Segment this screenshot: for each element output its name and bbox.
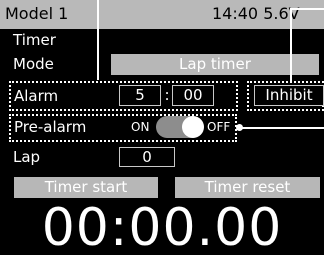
pre-alarm-on-label: ON <box>131 120 150 134</box>
callout-line-inhibit <box>290 8 292 82</box>
callout-line-alarm <box>97 0 99 80</box>
alarm-colon: : <box>164 86 170 104</box>
alarm-seconds-field[interactable]: 00 <box>172 85 214 106</box>
alarm-minutes-field[interactable]: 5 <box>119 85 161 106</box>
model-name: Model 1 <box>5 4 69 23</box>
callout-dot-pre-alarm <box>236 124 243 131</box>
timer-start-button[interactable]: Timer start <box>14 177 158 198</box>
pre-alarm-off-label: OFF <box>207 120 231 134</box>
callout-line-top <box>290 8 324 10</box>
alarm-inhibit-button[interactable]: Inhibit <box>254 85 324 106</box>
callout-line-pre-alarm <box>238 127 324 129</box>
screen-title: Timer <box>13 31 56 49</box>
pre-alarm-toggle-knob[interactable] <box>182 116 204 138</box>
timer-display: 00:00.00 <box>41 198 283 255</box>
alarm-label: Alarm <box>14 87 59 105</box>
mode-label: Mode <box>13 55 54 73</box>
lap-field[interactable]: 0 <box>119 147 175 167</box>
lap-label: Lap <box>13 148 41 166</box>
mode-select[interactable]: Lap timer <box>111 54 319 75</box>
pre-alarm-label: Pre-alarm <box>14 118 87 136</box>
timer-reset-button[interactable]: Timer reset <box>175 177 320 198</box>
status-readout: 14:40 5.6V <box>212 4 300 23</box>
